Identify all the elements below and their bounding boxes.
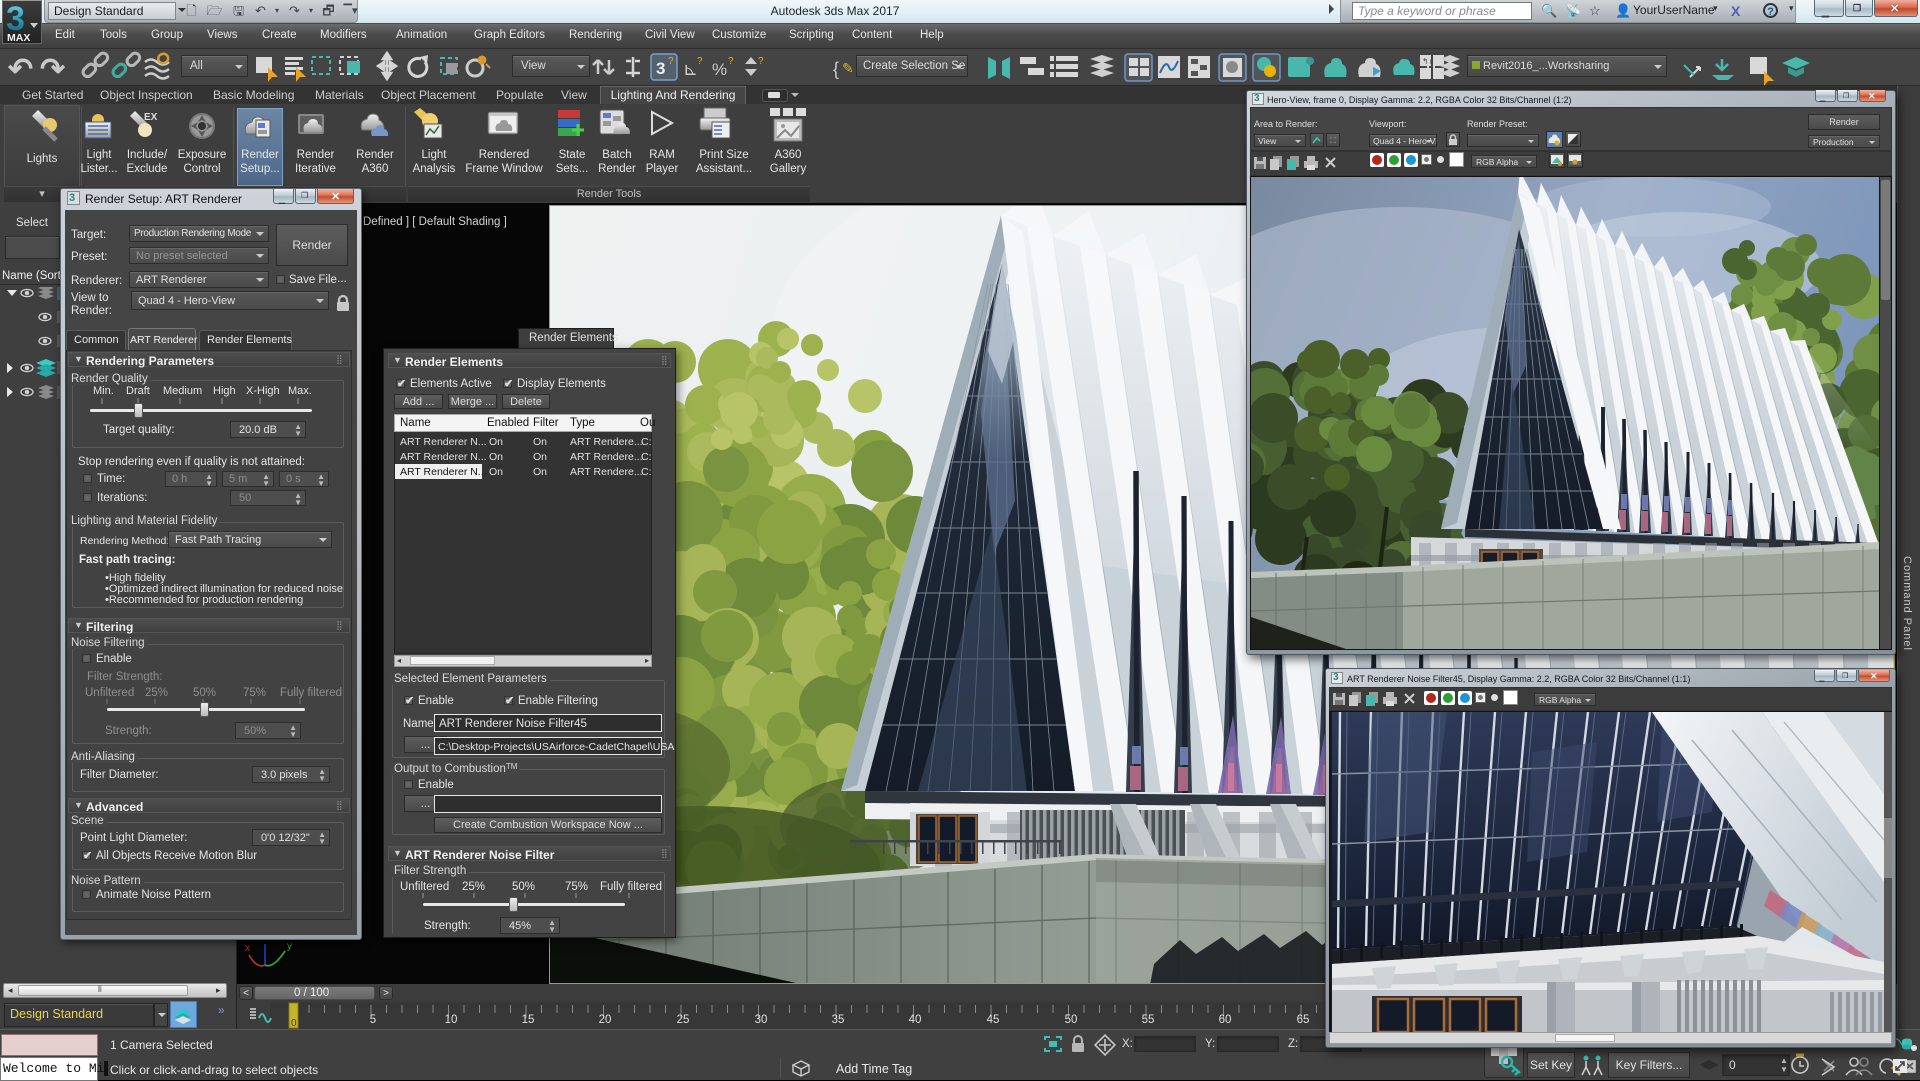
svg-text:x: x (245, 943, 250, 954)
svg-text:y: y (287, 941, 292, 952)
svg-text:{: { (833, 59, 839, 79)
svg-text:↶: ↶ (7, 53, 33, 86)
svg-text:?: ? (758, 56, 764, 67)
svg-text:✎: ✎ (842, 60, 854, 76)
svg-text:?: ? (697, 56, 703, 67)
svg-text:EX: EX (144, 112, 158, 123)
svg-text:?: ? (728, 56, 734, 67)
svg-text:⊾: ⊾ (683, 59, 698, 79)
svg-text:↷: ↷ (40, 53, 66, 86)
svg-text:3: 3 (656, 59, 665, 78)
svg-text:MAX: MAX (7, 32, 30, 43)
svg-text:%: % (712, 60, 727, 79)
svg-text:0: 0 (291, 1018, 297, 1029)
svg-text:?: ? (668, 56, 674, 67)
